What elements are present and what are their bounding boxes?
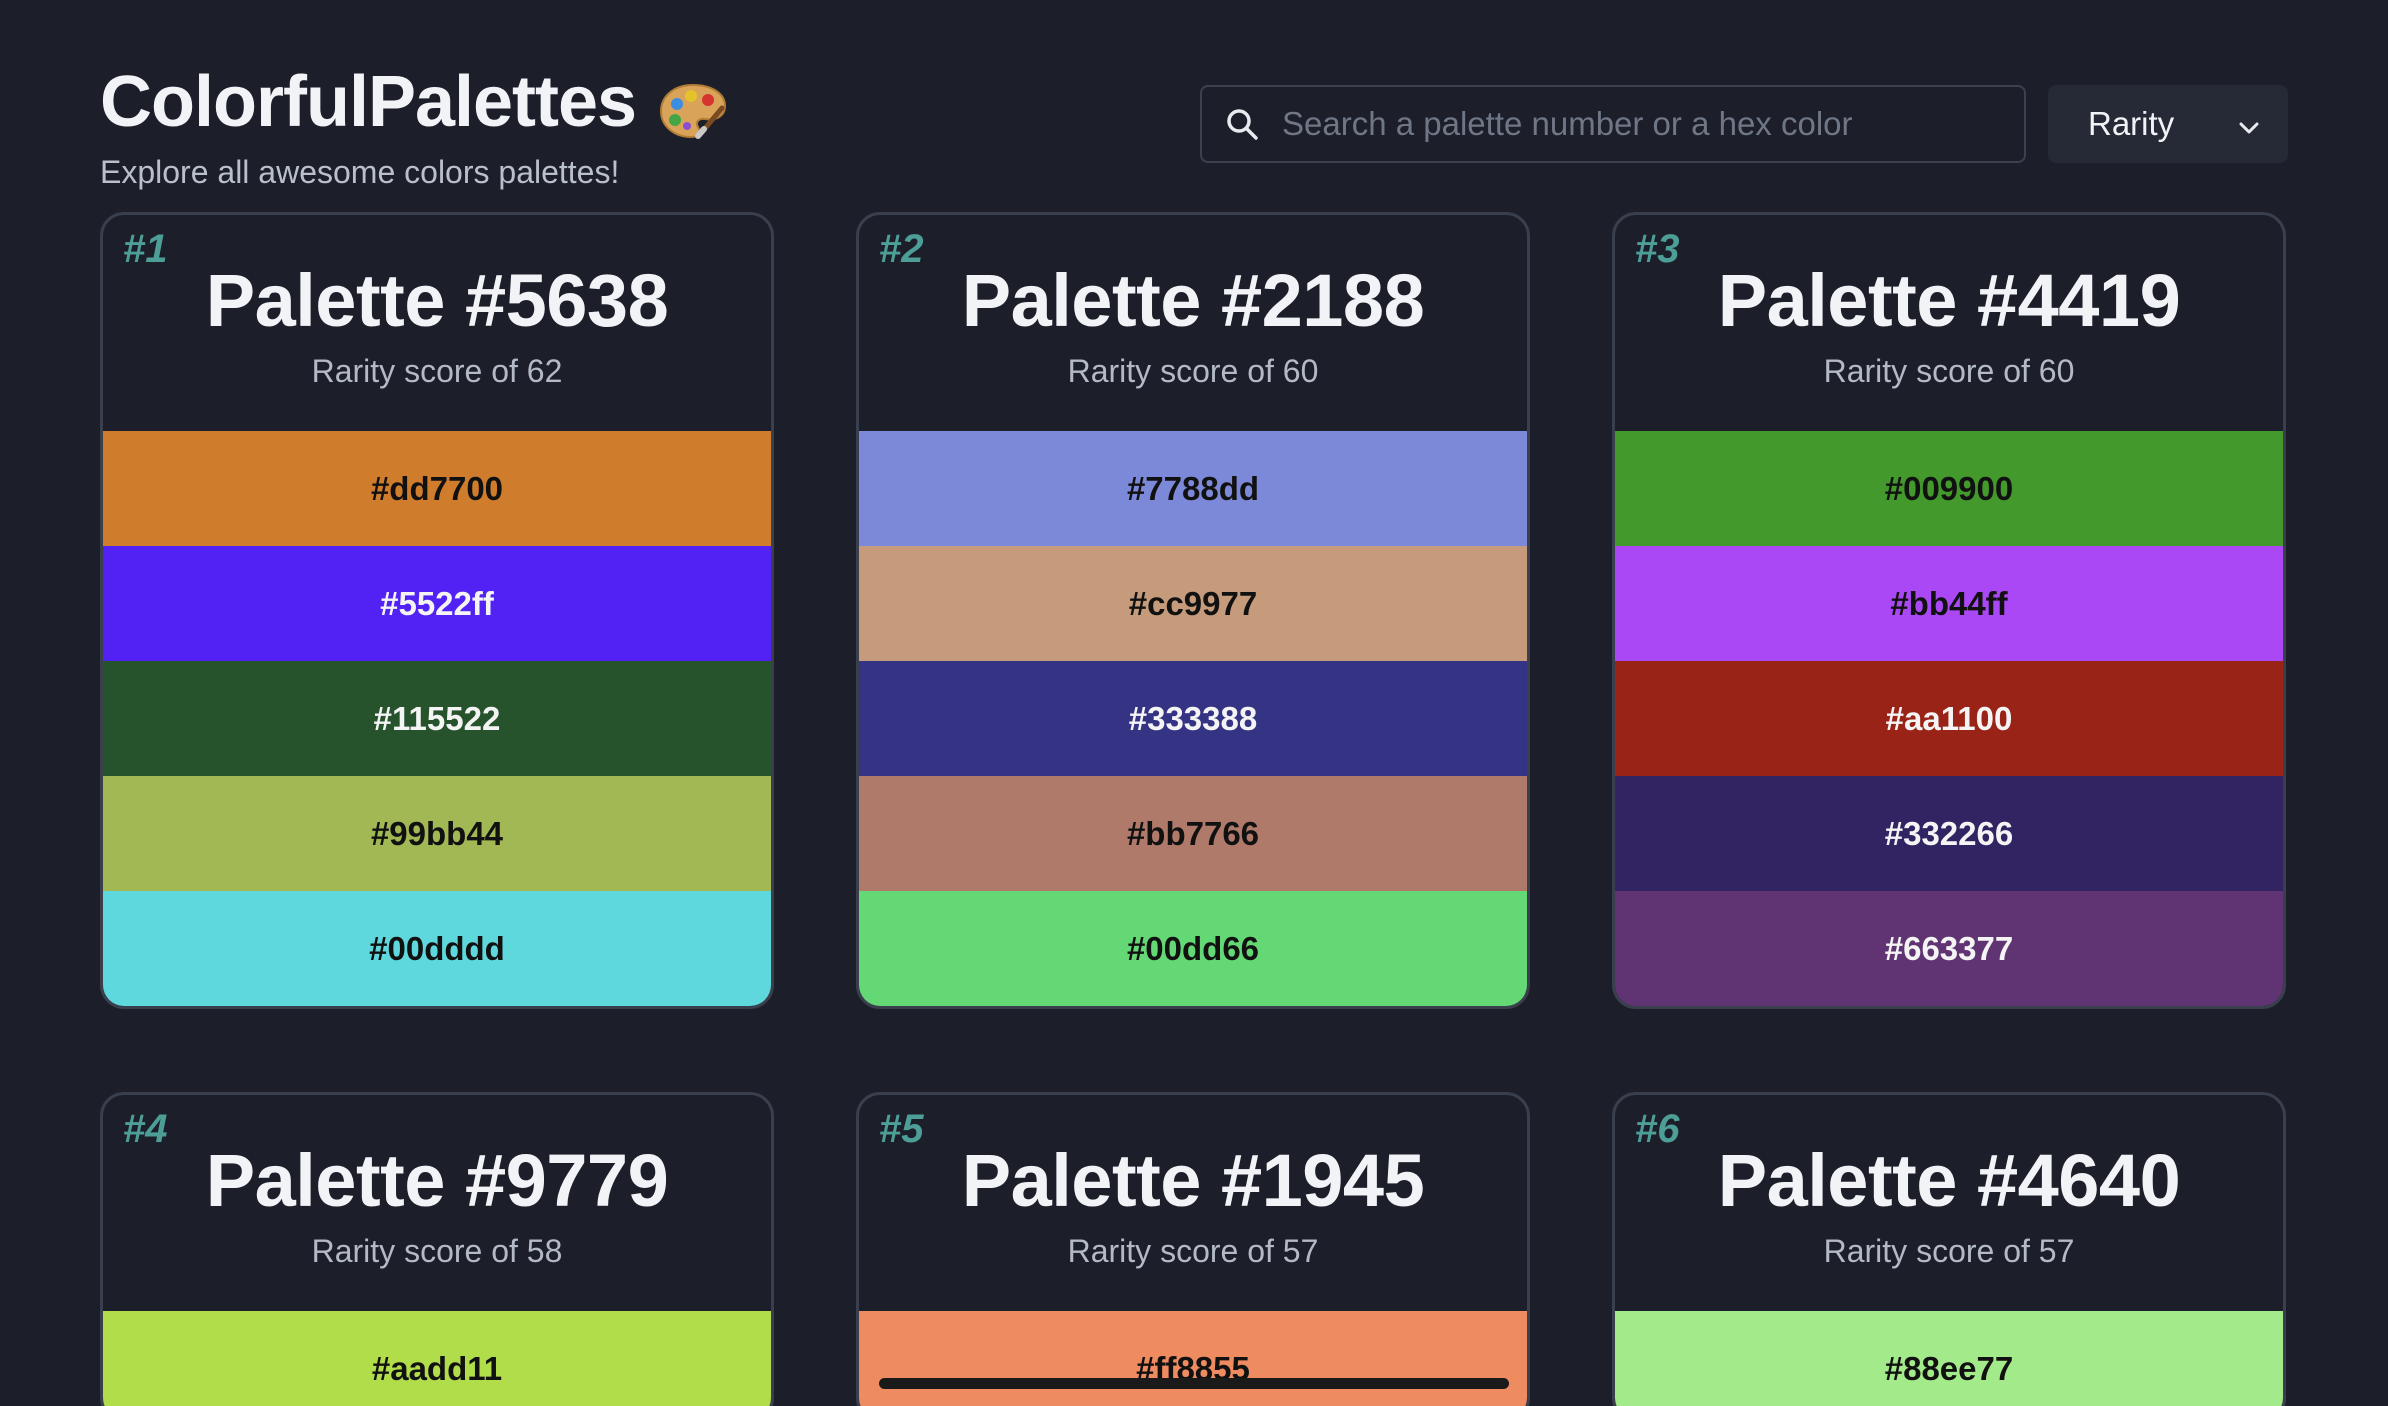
palette-card-header: #6 Palette #4640 Rarity score of 57 bbox=[1615, 1095, 2283, 1311]
search-input[interactable] bbox=[1282, 104, 2024, 144]
artist-palette-icon bbox=[658, 76, 728, 139]
color-swatch[interactable]: #bb44ff bbox=[1615, 546, 2283, 661]
color-hex-label: #aa1100 bbox=[1885, 699, 2013, 737]
search-icon bbox=[1202, 107, 1282, 141]
color-hex-label: #dd7700 bbox=[370, 469, 504, 507]
app-title-row: ColorfulPalettes bbox=[100, 62, 728, 142]
color-hex-label: #99bb44 bbox=[370, 814, 504, 852]
palette-swatches: #7788dd #cc9977 #333388 #bb7766 #00dd66 bbox=[859, 431, 1527, 1006]
palette-swatches: #dd7700 #5522ff #115522 #99bb44 #00dddd bbox=[103, 431, 771, 1006]
color-hex-label: #aadd11 bbox=[371, 1349, 503, 1387]
palette-rank: #2 bbox=[879, 227, 924, 271]
sort-dropdown[interactable]: Rarity bbox=[2048, 85, 2288, 163]
palette-card-header: #1 Palette #5638 Rarity score of 62 bbox=[103, 215, 771, 431]
color-swatch[interactable]: #88ee77 bbox=[1615, 1311, 2283, 1406]
color-hex-label: #bb44ff bbox=[1890, 584, 2008, 622]
palette-swatches: #aadd11 bbox=[103, 1311, 771, 1406]
scroll-indicator[interactable] bbox=[879, 1378, 1509, 1389]
palette-rarity-score: Rarity score of 60 bbox=[1823, 353, 2075, 389]
palette-rank: #5 bbox=[879, 1107, 924, 1151]
color-swatch[interactable]: #bb7766 bbox=[859, 776, 1527, 891]
page: ColorfulPalettes Explore all awesome col… bbox=[0, 0, 2388, 1406]
palette-rarity-score: Rarity score of 60 bbox=[1067, 353, 1319, 389]
palette-card-header: #3 Palette #4419 Rarity score of 60 bbox=[1615, 215, 2283, 431]
palette-card[interactable]: #4 Palette #9779 Rarity score of 58 #aad… bbox=[100, 1092, 774, 1406]
palette-rarity-score: Rarity score of 62 bbox=[311, 353, 563, 389]
color-swatch[interactable]: #115522 bbox=[103, 661, 771, 776]
palette-card[interactable]: #3 Palette #4419 Rarity score of 60 #009… bbox=[1612, 212, 2286, 1009]
color-hex-label: #00dd66 bbox=[1126, 929, 1260, 967]
color-hex-label: #5522ff bbox=[380, 584, 494, 622]
color-swatch[interactable]: #ff8855 bbox=[859, 1311, 1527, 1406]
palette-swatches: #009900 #bb44ff #aa1100 #332266 #663377 bbox=[1615, 431, 2283, 1006]
palette-rank: #6 bbox=[1635, 1107, 1680, 1151]
palette-card[interactable]: #2 Palette #2188 Rarity score of 60 #778… bbox=[856, 212, 1530, 1009]
subtitle: Explore all awesome colors palettes! bbox=[100, 154, 620, 190]
palette-title: Palette #2188 bbox=[961, 259, 1425, 342]
palette-rarity-score: Rarity score of 57 bbox=[1067, 1233, 1319, 1269]
palette-title: Palette #1945 bbox=[961, 1139, 1425, 1222]
palette-title: Palette #5638 bbox=[205, 259, 669, 342]
color-swatch[interactable]: #663377 bbox=[1615, 891, 2283, 1006]
sort-selected-value: Rarity bbox=[2088, 105, 2175, 142]
palette-card[interactable]: #1 Palette #5638 Rarity score of 62 #dd7… bbox=[100, 212, 774, 1009]
color-swatch[interactable]: #333388 bbox=[859, 661, 1527, 776]
search-box[interactable] bbox=[1200, 85, 2026, 163]
color-swatch[interactable]: #aa1100 bbox=[1615, 661, 2283, 776]
palette-rarity-score: Rarity score of 58 bbox=[311, 1233, 563, 1269]
palette-card[interactable]: #6 Palette #4640 Rarity score of 57 #88e… bbox=[1612, 1092, 2286, 1406]
chevron-down-icon bbox=[2238, 105, 2260, 143]
color-swatch[interactable]: #aadd11 bbox=[103, 1311, 771, 1406]
palette-swatches: #ff8855 bbox=[859, 1311, 1527, 1406]
header: ColorfulPalettes Explore all awesome col… bbox=[100, 62, 728, 191]
color-hex-label: #bb7766 bbox=[1126, 814, 1260, 852]
color-hex-label: #cc9977 bbox=[1128, 584, 1258, 622]
palette-card-header: #4 Palette #9779 Rarity score of 58 bbox=[103, 1095, 771, 1311]
palette-card[interactable]: #5 Palette #1945 Rarity score of 57 #ff8… bbox=[856, 1092, 1530, 1406]
color-hex-label: #88ee77 bbox=[1884, 1349, 2014, 1387]
color-swatch[interactable]: #99bb44 bbox=[103, 776, 771, 891]
app-title: ColorfulPalettes bbox=[100, 62, 637, 142]
color-swatch[interactable]: #dd7700 bbox=[103, 431, 771, 546]
palette-title: Palette #9779 bbox=[205, 1139, 669, 1222]
palette-card-header: #2 Palette #2188 Rarity score of 60 bbox=[859, 215, 1527, 431]
palette-rarity-score: Rarity score of 57 bbox=[1823, 1233, 2075, 1269]
color-hex-label: #115522 bbox=[373, 699, 501, 737]
color-swatch[interactable]: #332266 bbox=[1615, 776, 2283, 891]
color-swatch[interactable]: #009900 bbox=[1615, 431, 2283, 546]
color-hex-label: #333388 bbox=[1128, 699, 1258, 737]
palette-card-header: #5 Palette #1945 Rarity score of 57 bbox=[859, 1095, 1527, 1311]
color-hex-label: #663377 bbox=[1884, 929, 2014, 967]
color-swatch[interactable]: #5522ff bbox=[103, 546, 771, 661]
color-hex-label: #332266 bbox=[1884, 814, 2014, 852]
palette-title: Palette #4419 bbox=[1717, 259, 2181, 342]
palette-title: Palette #4640 bbox=[1717, 1139, 2181, 1222]
palette-swatches: #88ee77 bbox=[1615, 1311, 2283, 1406]
color-hex-label: #00dddd bbox=[369, 929, 505, 967]
color-swatch[interactable]: #00dd66 bbox=[859, 891, 1527, 1006]
palette-rank: #3 bbox=[1635, 227, 1680, 271]
color-swatch[interactable]: #00dddd bbox=[103, 891, 771, 1006]
color-swatch[interactable]: #cc9977 bbox=[859, 546, 1527, 661]
palette-rank: #1 bbox=[123, 227, 168, 271]
palette-rank: #4 bbox=[123, 1107, 168, 1151]
color-hex-label: #7788dd bbox=[1126, 469, 1260, 507]
color-hex-label: #009900 bbox=[1884, 469, 2014, 507]
color-swatch[interactable]: #7788dd bbox=[859, 431, 1527, 546]
